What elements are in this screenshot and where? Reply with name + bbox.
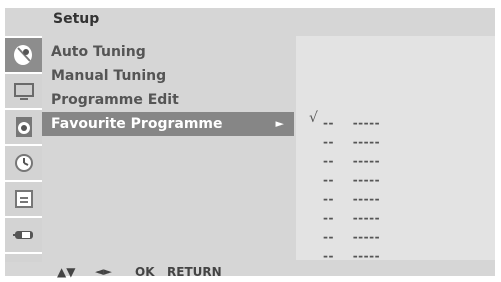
menu-title: Setup — [53, 11, 100, 27]
favourite-number: -- — [323, 249, 334, 263]
speaker-audio-icon[interactable] — [5, 110, 42, 146]
satellite-dish-icon[interactable] — [5, 38, 42, 74]
favourite-name: ----- — [352, 154, 381, 168]
menu-item-auto-tuning[interactable]: Auto Tuning — [51, 40, 146, 64]
favourite-name: ----- — [352, 211, 381, 225]
favourite-name: ----- — [352, 173, 381, 187]
menu-item-favourite-programme[interactable]: Favourite Programme ► — [42, 112, 294, 136]
favourite-row[interactable]: -- ----- — [323, 209, 380, 228]
menu-item-label: Favourite Programme — [51, 116, 223, 132]
favourite-checkmark: √ — [309, 110, 318, 126]
favourite-name: ----- — [352, 135, 381, 149]
favourite-name: ----- — [352, 192, 381, 206]
favourite-number: -- — [323, 211, 334, 225]
tv-picture-icon[interactable] — [5, 74, 42, 110]
favourite-row[interactable]: -- ----- — [323, 190, 380, 209]
leftright-arrows-icon: ◄► — [95, 265, 112, 278]
favourite-number: -- — [323, 230, 334, 244]
return-hint: RETURN — [167, 265, 222, 279]
favourite-name: ----- — [352, 230, 381, 244]
lock-option-icon[interactable] — [5, 182, 42, 218]
favourite-row[interactable]: -- ----- — [323, 228, 380, 247]
menu-item-programme-edit[interactable]: Programme Edit — [51, 88, 179, 112]
favourite-number: -- — [323, 173, 334, 187]
favourite-name: ----- — [352, 116, 381, 130]
updown-arrows-icon: ▲▼ — [57, 265, 76, 279]
menu-item-manual-tuning[interactable]: Manual Tuning — [51, 64, 166, 88]
favourite-row[interactable]: -- ----- — [323, 171, 380, 190]
favourite-number: -- — [323, 135, 334, 149]
ok-hint: OK — [135, 265, 155, 279]
favourite-row[interactable]: -- ----- — [323, 247, 380, 266]
input-source-icon[interactable] — [5, 218, 42, 254]
favourite-row[interactable]: -- ----- — [323, 152, 380, 171]
setup-menu-frame: Setup Auto Tuning Manual Tuning Programm… — [5, 8, 495, 279]
submenu-arrow-icon: ► — [275, 117, 284, 130]
favourite-number: -- — [323, 192, 334, 206]
favourite-name: ----- — [352, 249, 381, 263]
favourite-row[interactable]: -- ----- — [323, 133, 380, 152]
favourite-number: -- — [323, 116, 334, 130]
favourite-number: -- — [323, 154, 334, 168]
sidebar — [5, 36, 42, 262]
favourite-row[interactable]: -- ----- — [323, 114, 380, 133]
clock-time-icon[interactable] — [5, 146, 42, 182]
